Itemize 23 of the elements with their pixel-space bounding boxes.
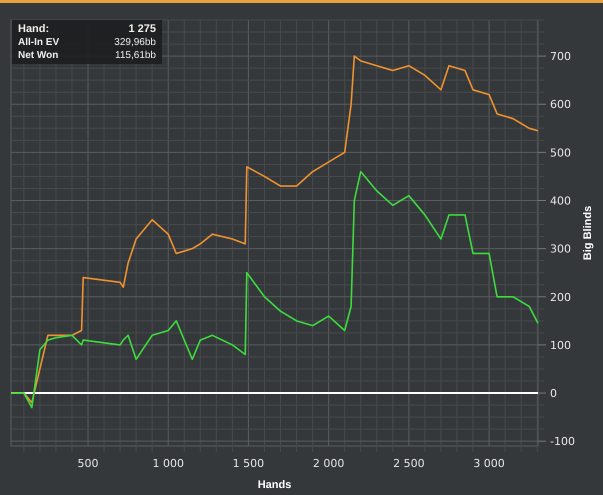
tooltip-value: 329,96bb xyxy=(114,37,156,48)
y-tick-label: 100 xyxy=(550,338,571,352)
tooltip-label: Hand: xyxy=(18,23,50,35)
y-tick-label: 700 xyxy=(550,50,571,64)
x-axis-title: Hands xyxy=(258,479,292,491)
y-tick-label: 600 xyxy=(550,98,571,112)
tooltip-label: All-In EV xyxy=(18,37,60,48)
x-tick-label: 1 500 xyxy=(232,457,264,470)
x-tick-label: 3 000 xyxy=(473,457,505,470)
y-tick-label: 300 xyxy=(550,242,571,256)
y-tick-label: -100 xyxy=(550,435,575,448)
x-tick-label: 2 000 xyxy=(312,457,344,470)
y-tick-label: 0 xyxy=(550,387,557,400)
y-tick-label: 200 xyxy=(550,290,571,304)
tooltip-value: 115,61bb xyxy=(114,50,156,61)
y-tick-label: 400 xyxy=(550,194,571,208)
x-tick-label: 500 xyxy=(78,457,98,470)
x-tick-label: 2 500 xyxy=(393,457,425,470)
x-tick-label: 1 000 xyxy=(152,457,184,470)
tooltip-label: Net Won xyxy=(18,50,60,61)
y-axis-title: Big Blinds xyxy=(582,206,594,260)
y-tick-label: 500 xyxy=(550,146,571,160)
tooltip-value: 1 275 xyxy=(127,23,156,35)
